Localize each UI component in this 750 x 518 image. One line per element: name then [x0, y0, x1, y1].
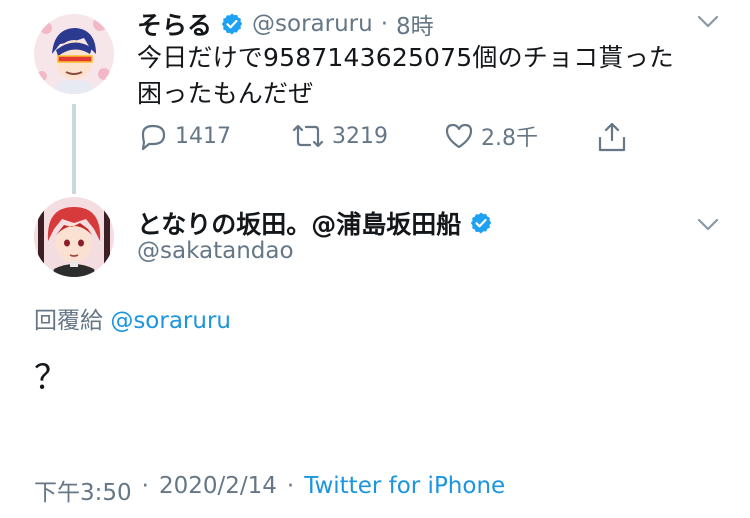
reply-to-mention[interactable]: @soraruru	[110, 308, 231, 334]
thread-connector-line	[72, 104, 76, 194]
tweet2-display-name[interactable]: となりの坂田。@浦島坂田船	[137, 205, 461, 241]
retweet-count: 3219	[332, 123, 388, 149]
reply-button[interactable]: 1417	[137, 120, 231, 152]
meta-dot: ·	[141, 473, 149, 499]
tweet1-dot: ·	[380, 11, 388, 37]
tweet1-handle[interactable]: @soraruru	[252, 11, 373, 37]
reply-count: 1417	[175, 123, 231, 149]
like-icon	[445, 123, 473, 149]
retweet-icon	[292, 124, 324, 148]
meta-dot: ·	[286, 473, 295, 499]
tweet1-text-line1: 今日だけで9587143625075個のチョコ貰った	[137, 43, 674, 72]
tweet1-display-name[interactable]: そらる	[137, 6, 212, 42]
verified-badge-icon	[221, 13, 243, 35]
like-count: 2.8千	[481, 126, 538, 151]
reply-to-prefix: 回覆給	[34, 308, 103, 334]
tweet2-handle[interactable]: @sakatandao	[137, 238, 294, 264]
tweet2-header: となりの坂田。@浦島坂田船	[137, 205, 493, 241]
reply-icon	[141, 124, 166, 151]
tweet2-source-link[interactable]: Twitter for iPhone	[304, 473, 505, 507]
tweet2-text: ？	[34, 358, 68, 398]
verified-badge-icon	[471, 212, 492, 234]
replying-to: 回覆給 @soraruru	[34, 301, 231, 335]
tweet2-date: 2020/2/14	[158, 473, 277, 499]
tweet2-meta: 下午3:50 · 2020/2/14 · Twitter for iPhone	[34, 473, 505, 507]
tweet1-text: 今日だけで9587143625075個のチョコ貰った 困ったもんだぜ	[137, 40, 717, 112]
tweet1-header: そらる @soraruru · 8時	[137, 6, 434, 42]
tweet1-text-line2: 困ったもんだぜ	[137, 79, 314, 108]
avatar-soraruru[interactable]	[34, 14, 114, 94]
tweet2-time: 下午3:50	[34, 480, 132, 506]
chevron-down-icon[interactable]	[695, 211, 721, 237]
tweet1-time[interactable]: 8時	[396, 7, 434, 41]
like-button[interactable]: 2.8千	[443, 120, 538, 152]
share-icon[interactable]	[596, 120, 628, 154]
chevron-down-icon[interactable]	[695, 8, 721, 34]
avatar-sakatandao[interactable]	[34, 197, 114, 277]
retweet-button[interactable]: 3219	[290, 120, 388, 152]
